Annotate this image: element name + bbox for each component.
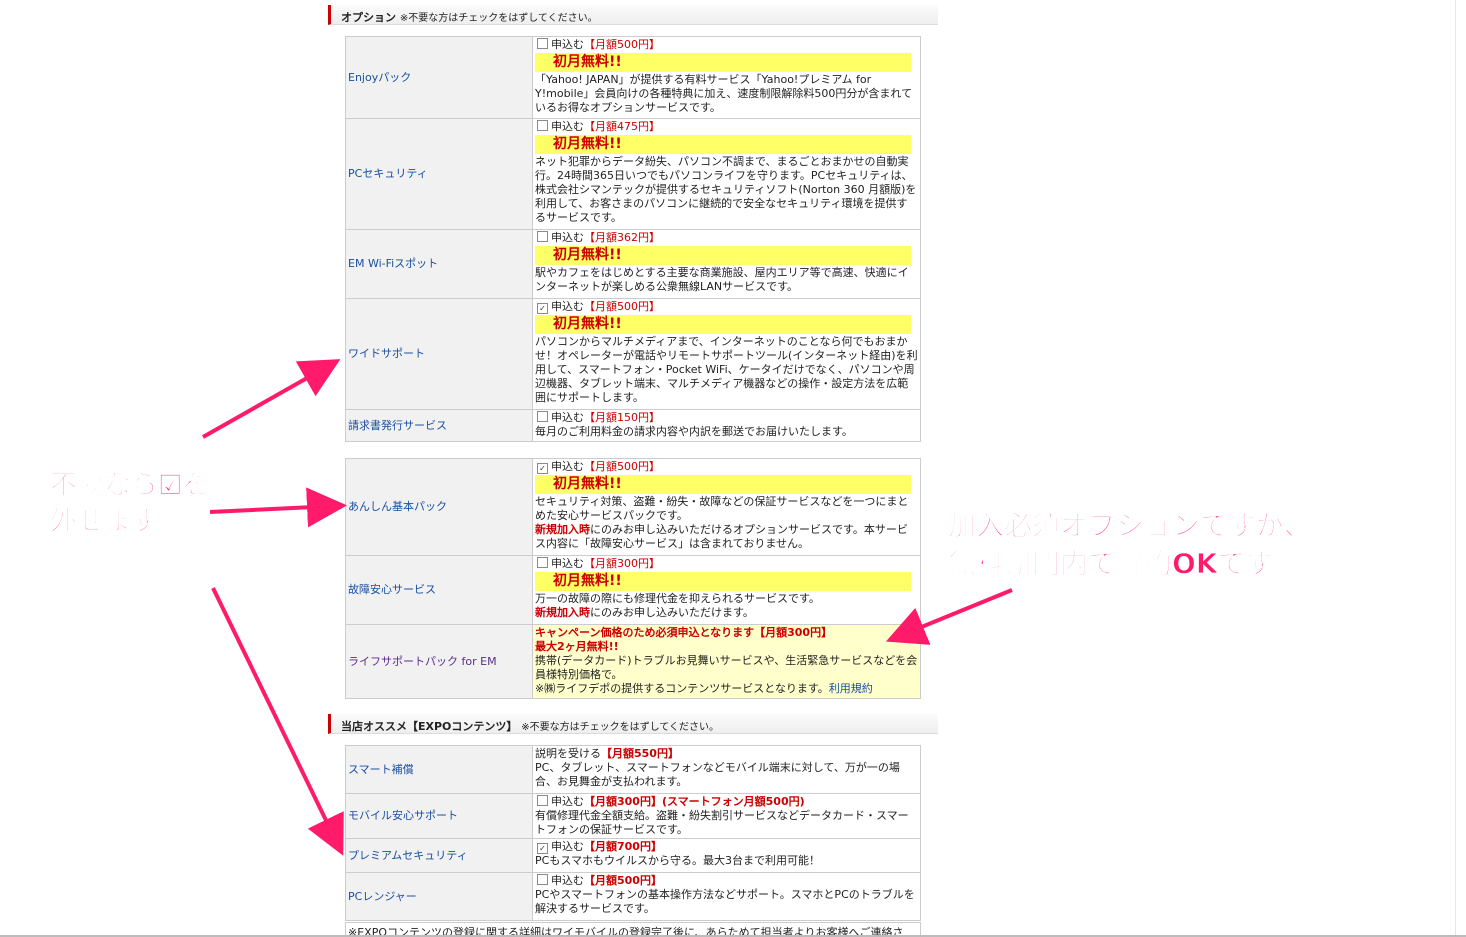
- annotation-left: 不要なら☑を 外せます: [49, 468, 210, 540]
- arrow-to-life-support: [885, 588, 1013, 645]
- annotation-right-line2: 無料期間内で解約OKです。: [947, 547, 1299, 581]
- annotation-right-line1: 加入必須オプションですが、: [947, 509, 1312, 543]
- arrow-to-anshin-pack: [209, 487, 347, 528]
- arrow-to-premium-security: [211, 587, 344, 856]
- annotation-left-line1: 不要なら☑を: [49, 470, 210, 502]
- arrow-to-wide-support: [202, 359, 341, 439]
- annotation-arrows: [202, 359, 1013, 856]
- annotation-left-line2: 外せます: [49, 506, 158, 538]
- annotation-right: 加入必須オプションですが、 無料期間内で解約OKです。: [947, 507, 1312, 583]
